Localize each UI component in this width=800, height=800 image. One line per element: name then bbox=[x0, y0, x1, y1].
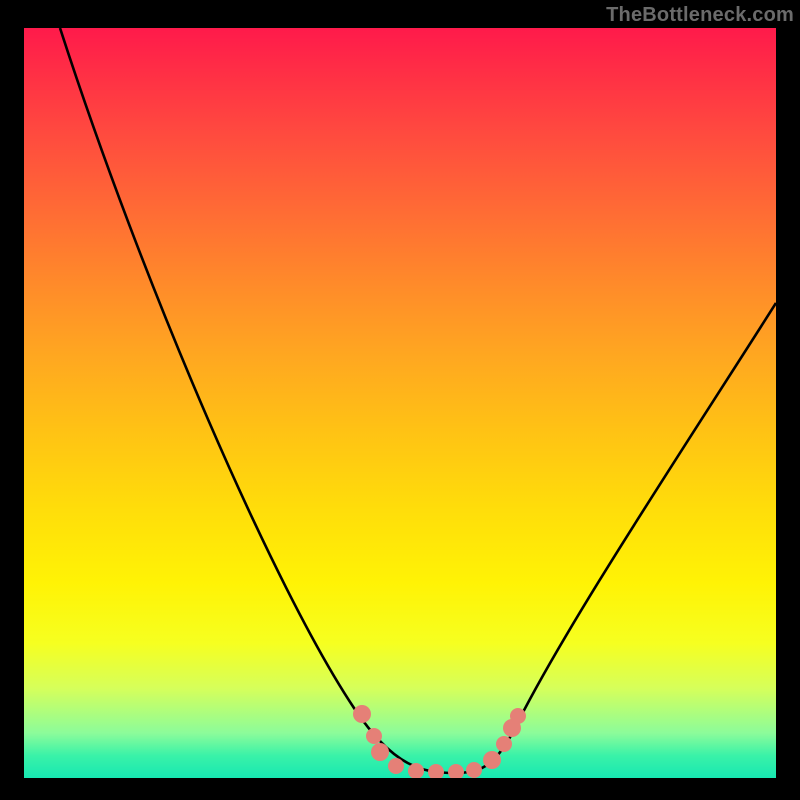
chart-frame: TheBottleneck.com bbox=[0, 0, 800, 800]
curve-path bbox=[60, 28, 776, 773]
bottleneck-curve bbox=[24, 28, 776, 778]
watermark-text: TheBottleneck.com bbox=[606, 4, 794, 27]
bead-cluster bbox=[353, 705, 526, 778]
chart-plot-area bbox=[24, 28, 776, 778]
